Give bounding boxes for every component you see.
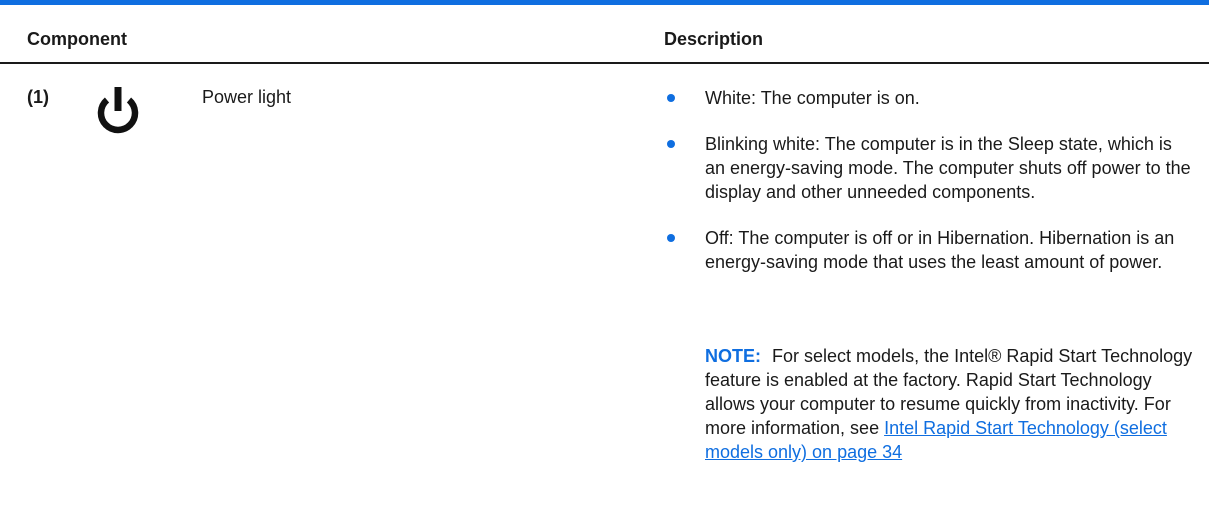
bullet-text: Blinking white: The computer is in the S… xyxy=(705,134,1191,202)
power-icon xyxy=(97,87,139,134)
note-block: NOTE: For select models, the Intel® Rapi… xyxy=(705,344,1193,464)
header-description: Description xyxy=(664,29,764,49)
note-label: NOTE: xyxy=(705,346,761,366)
description-list: White: The computer is on. Blinking whit… xyxy=(663,86,1193,296)
table-header-row: Component Description xyxy=(0,5,1209,64)
component-name: Power light xyxy=(202,87,292,107)
list-item: Off: The computer is off or in Hibernati… xyxy=(663,226,1193,274)
list-item: Blinking white: The computer is in the S… xyxy=(663,132,1193,204)
component-table: Component Description (1) Power light Wh… xyxy=(0,0,1209,510)
bullet-dot-icon xyxy=(667,140,675,148)
item-number: (1) xyxy=(27,87,49,107)
bullet-dot-icon xyxy=(667,94,675,102)
list-item: White: The computer is on. xyxy=(663,86,1193,110)
header-component: Component xyxy=(27,29,127,49)
bullet-dot-icon xyxy=(667,234,675,242)
bullet-text: White: The computer is on. xyxy=(705,88,920,108)
bullet-text: Off: The computer is off or in Hibernati… xyxy=(705,228,1175,272)
